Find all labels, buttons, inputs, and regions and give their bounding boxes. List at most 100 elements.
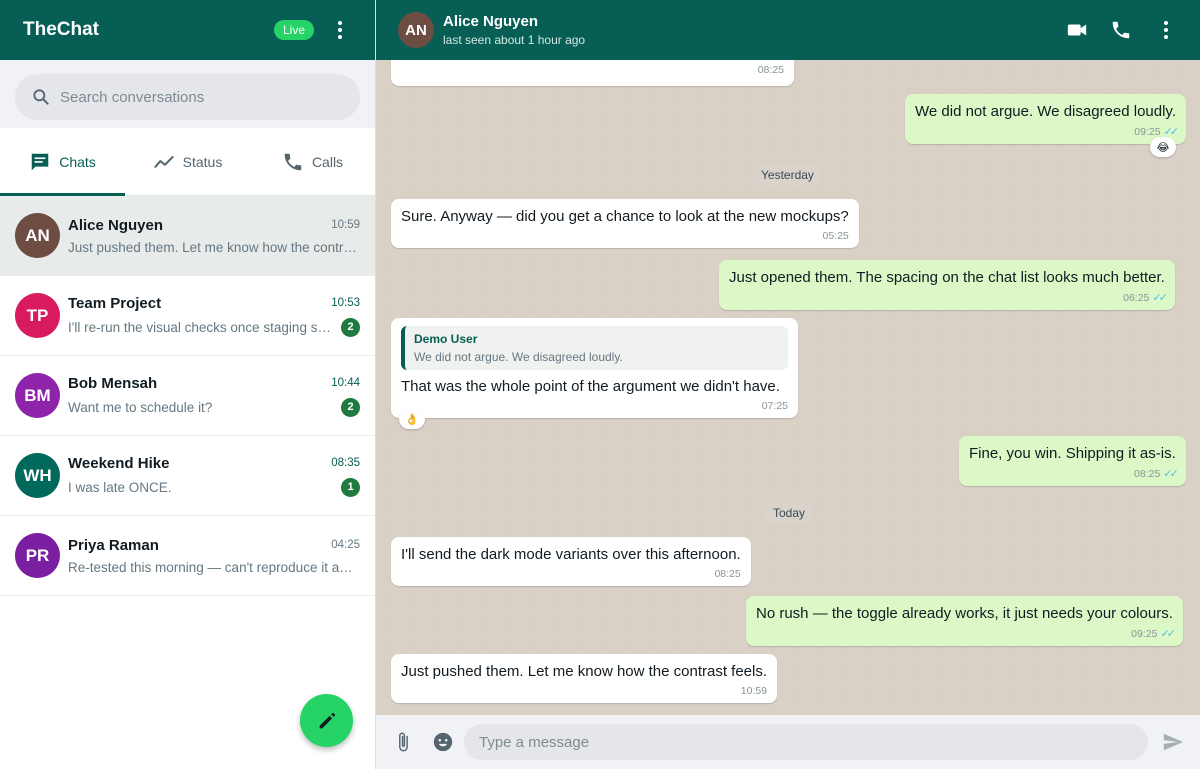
tab-bar: Chats Status Calls (0, 128, 375, 196)
message-bubble-incoming[interactable]: 08:25 (391, 60, 794, 86)
read-receipt-icon: ✓✓ (1152, 292, 1168, 304)
message-time: 08:25 (714, 568, 741, 580)
last-seen-status: last seen about 1 hour ago (443, 33, 586, 47)
tab-calls[interactable]: Calls (250, 128, 375, 195)
chat-name: Priya Raman (68, 536, 159, 554)
avatar[interactable]: AN (398, 12, 434, 48)
message-time: 05:25 (822, 230, 849, 242)
message-bubble-outgoing[interactable]: Just opened them. The spacing on the cha… (719, 260, 1175, 310)
conversation-header: AN Alice Nguyen last seen about 1 hour a… (376, 0, 1200, 60)
chat-name: Alice Nguyen (68, 216, 164, 234)
message-bubble-incoming[interactable]: Just pushed them. Let me know how the co… (391, 654, 778, 703)
tab-status-label: Status (182, 153, 223, 170)
message-bubble-outgoing[interactable]: No rush — the toggle already works, it j… (746, 596, 1183, 646)
search-bar (0, 60, 375, 128)
send-button[interactable] (1162, 731, 1184, 753)
message-reaction[interactable]: 😂 (1150, 137, 1176, 157)
contact-name[interactable]: Alice Nguyen (443, 13, 1066, 30)
app-root: TheChat Live Chats Status Calls (0, 0, 1200, 769)
message-text: We did not argue. We disagreed loudly. (915, 103, 1176, 120)
search-box (15, 74, 360, 120)
message-reaction[interactable]: 👌 (399, 409, 425, 429)
message-time: 06:25 (1123, 291, 1150, 304)
chat-name: Team Project (68, 294, 162, 312)
new-chat-button[interactable] (300, 694, 353, 747)
avatar: AN (15, 213, 60, 258)
send-icon (1163, 733, 1184, 751)
conversation-sidebar: TheChat Live Chats Status Calls (0, 0, 376, 769)
date-separator: Yesterday (753, 164, 822, 186)
message-text: I'll send the dark mode variants over th… (401, 546, 741, 563)
emoji-icon (433, 732, 453, 752)
voice-call-icon[interactable] (1110, 19, 1132, 41)
tab-chats[interactable]: Chats (0, 128, 125, 196)
quoted-author: Demo User (414, 332, 478, 346)
conversation-menu-icon[interactable] (1154, 18, 1178, 42)
paperclip-icon (399, 732, 408, 752)
video-call-icon[interactable] (1066, 19, 1088, 41)
chat-time: 10:53 (331, 297, 360, 309)
message-time: 10:59 (740, 685, 768, 697)
chat-name: Weekend Hike (68, 454, 170, 472)
chat-list-item[interactable]: PR Priya Raman 04:25 Re-tested this morni… (0, 516, 375, 596)
chat-list-item[interactable]: WH Weekend Hike 08:35 I was late ONCE. 1 (0, 436, 375, 516)
tab-calls-label: Calls (311, 153, 344, 170)
live-badge: Live (273, 20, 314, 40)
chat-list-item[interactable]: TP Team Project 10:53 I'll re-run the vis… (0, 276, 375, 356)
tab-status[interactable]: Status (125, 128, 250, 195)
message-text: Fine, you win. Shipping it as-is. (969, 445, 1176, 462)
chat-list: AN Alice Nguyen 10:59 Just pushed them. L… (0, 196, 375, 596)
read-receipt-icon: ✓✓ (1160, 628, 1176, 640)
emoji-button[interactable] (432, 731, 454, 753)
message-time: 09:25 (1134, 125, 1161, 138)
message-bubble-outgoing[interactable]: We did not argue. We disagreed loudly. 0… (905, 94, 1186, 144)
message-input[interactable] (464, 724, 1148, 760)
search-icon (33, 89, 49, 105)
message-text: Just opened them. The spacing on the cha… (729, 269, 1165, 286)
conversation-pane: AN Alice Nguyen last seen about 1 hour a… (376, 0, 1200, 769)
attach-button[interactable] (392, 731, 414, 753)
message-text: No rush — the toggle already works, it j… (756, 605, 1173, 622)
chat-name: Bob Mensah (68, 374, 158, 392)
chat-preview: Just pushed them. Let me know how the co… (68, 239, 360, 255)
quoted-text: We did not argue. We disagreed loudly. (414, 350, 623, 364)
chat-time: 10:59 (331, 219, 360, 231)
message-bubble-incoming[interactable]: Demo User We did not argue. We disagreed… (391, 318, 798, 418)
avatar: PR (15, 533, 60, 578)
quoted-message[interactable]: Demo User We did not argue. We disagreed… (401, 326, 788, 370)
unread-badge: 2 (341, 397, 360, 417)
chat-preview: Re-tested this morning — can't reproduce… (68, 559, 360, 575)
search-input[interactable] (60, 88, 344, 106)
sidebar-header: TheChat Live (0, 0, 375, 60)
message-text: Sure. Anyway — did you get a chance to l… (401, 208, 849, 225)
phone-icon (284, 153, 302, 170)
message-list[interactable]: 08:25 We did not argue. We disagreed lou… (376, 60, 1200, 715)
avatar: BM (15, 373, 60, 418)
date-separator: Today (765, 502, 814, 524)
chat-icon (31, 153, 49, 170)
chat-list-item[interactable]: AN Alice Nguyen 10:59 Just pushed them. L… (0, 196, 375, 276)
trending-icon (153, 155, 174, 168)
message-text: Just pushed them. Let me know how the co… (401, 663, 768, 680)
message-bubble-outgoing[interactable]: Fine, you win. Shipping it as-is. 08:25 ✓… (959, 436, 1186, 486)
message-bubble-incoming[interactable]: I'll send the dark mode variants over th… (391, 537, 751, 586)
app-title: TheChat (23, 19, 99, 40)
message-time: 09:25 (1131, 627, 1158, 640)
message-time: 07:25 (761, 400, 788, 412)
message-bubble-incoming[interactable]: Sure. Anyway — did you get a chance to l… (391, 199, 859, 248)
unread-badge: 1 (341, 477, 360, 497)
chat-preview: I was late ONCE. (68, 479, 172, 495)
avatar: WH (15, 453, 60, 498)
pencil-icon (319, 712, 335, 728)
message-composer (376, 715, 1200, 769)
unread-badge: 2 (341, 317, 360, 337)
tab-chats-label: Chats (59, 153, 96, 170)
chat-time: 08:35 (331, 457, 360, 469)
chat-time: 04:25 (331, 539, 360, 551)
read-receipt-icon: ✓✓ (1163, 468, 1179, 480)
menu-icon[interactable] (328, 18, 352, 42)
chat-time: 10:44 (331, 377, 360, 389)
message-text: That was the whole point of the argument… (401, 378, 780, 395)
chat-list-item[interactable]: BM Bob Mensah 10:44 Want me to schedule i… (0, 356, 375, 436)
avatar: TP (15, 293, 60, 338)
